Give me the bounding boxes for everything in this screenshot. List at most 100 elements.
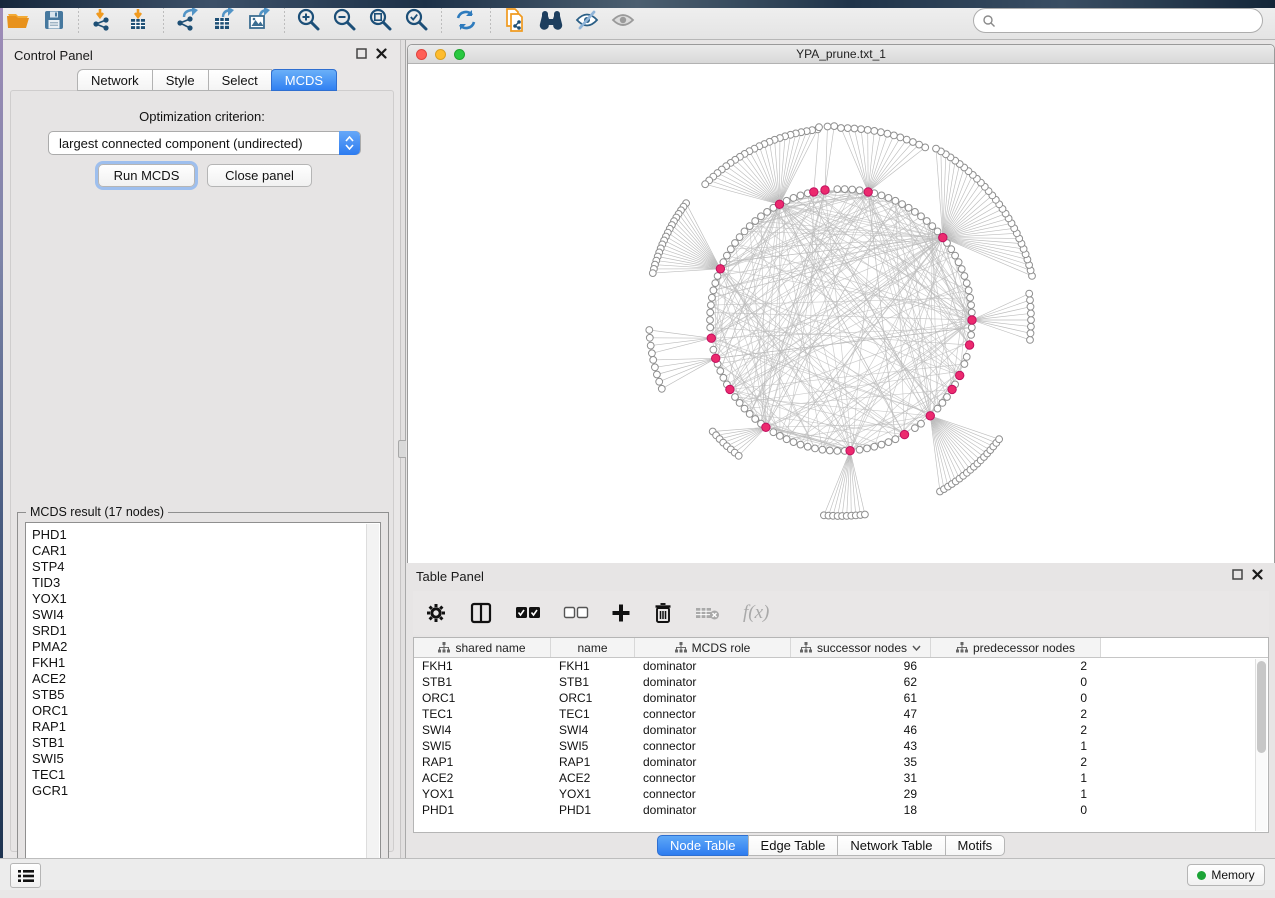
table-options-button[interactable] <box>425 602 447 624</box>
mcds-result-item[interactable]: STB1 <box>32 735 380 751</box>
satellite-node[interactable] <box>647 342 654 349</box>
satellite-node[interactable] <box>1028 323 1035 330</box>
satellite-node[interactable] <box>862 511 869 518</box>
column-header-name[interactable]: name <box>551 638 635 657</box>
maximize-window-icon[interactable] <box>454 49 465 60</box>
node-table[interactable]: shared name name MCDS role successor nod… <box>413 637 1269 833</box>
ring-node[interactable] <box>741 405 748 412</box>
satellite-node[interactable] <box>996 436 1003 443</box>
ring-node[interactable] <box>929 223 936 230</box>
tab-network-table[interactable]: Network Table <box>837 835 945 856</box>
ring-node[interactable] <box>727 246 734 253</box>
table-row[interactable]: PHD1PHD1dominator180 <box>414 802 1268 818</box>
satellite-node[interactable] <box>897 134 904 141</box>
hub-node[interactable] <box>900 430 908 438</box>
ring-node[interactable] <box>885 439 892 446</box>
satellite-node[interactable] <box>891 132 898 139</box>
ring-node[interactable] <box>797 192 804 199</box>
satellite-node[interactable] <box>1027 330 1034 337</box>
ring-node[interactable] <box>707 317 714 324</box>
zoom-in-button[interactable] <box>294 5 324 35</box>
tab-mcds[interactable]: MCDS <box>271 69 337 91</box>
table-row[interactable]: ACE2ACE2connector311 <box>414 770 1268 786</box>
ring-node[interactable] <box>708 302 715 309</box>
ring-node[interactable] <box>952 252 959 259</box>
ring-node[interactable] <box>834 186 841 193</box>
ring-node[interactable] <box>963 280 970 287</box>
mcds-result-item[interactable]: SRD1 <box>32 623 380 639</box>
ring-node[interactable] <box>899 201 906 208</box>
ring-node[interactable] <box>819 446 826 453</box>
ring-node[interactable] <box>856 446 863 453</box>
search-input[interactable] <box>1001 13 1262 28</box>
hub-node[interactable] <box>762 423 770 431</box>
tab-style[interactable]: Style <box>152 69 209 91</box>
ring-node[interactable] <box>746 411 753 418</box>
ring-node[interactable] <box>878 441 885 448</box>
add-column-button[interactable] <box>611 603 631 623</box>
tab-node-table[interactable]: Node Table <box>657 835 749 856</box>
column-header-shared-name[interactable]: shared name <box>414 638 551 657</box>
mcds-result-item[interactable]: RAP1 <box>32 719 380 735</box>
import-table-button[interactable] <box>124 5 154 35</box>
column-header-successor-nodes[interactable]: successor nodes <box>791 638 931 657</box>
delete-column-button[interactable] <box>653 602 673 624</box>
ring-node[interactable] <box>871 443 878 450</box>
mcds-result-item[interactable]: CAR1 <box>32 543 380 559</box>
ring-node[interactable] <box>717 368 724 375</box>
ring-node[interactable] <box>752 218 759 225</box>
table-row[interactable]: FKH1FKH1dominator962 <box>414 658 1268 674</box>
satellite-node[interactable] <box>824 123 831 130</box>
ring-node[interactable] <box>849 186 856 193</box>
ring-node[interactable] <box>934 228 941 235</box>
task-history-button[interactable] <box>10 863 41 888</box>
tab-edge-table[interactable]: Edge Table <box>748 835 839 856</box>
satellite-node[interactable] <box>858 126 865 133</box>
ring-node[interactable] <box>912 425 919 432</box>
ring-node[interactable] <box>758 213 765 220</box>
satellite-node[interactable] <box>1027 337 1034 344</box>
satellite-node[interactable] <box>851 125 858 132</box>
ring-node[interactable] <box>856 187 863 194</box>
satellite-node[interactable] <box>864 127 871 134</box>
satellite-node[interactable] <box>838 125 845 132</box>
ring-node[interactable] <box>764 209 771 216</box>
ring-node[interactable] <box>746 223 753 230</box>
zoom-selected-button[interactable] <box>402 5 432 35</box>
network-canvas[interactable] <box>408 64 1274 563</box>
minimize-window-icon[interactable] <box>435 49 446 60</box>
ring-node[interactable] <box>752 416 759 423</box>
mcds-result-item[interactable]: STB5 <box>32 687 380 703</box>
ring-node[interactable] <box>944 394 951 401</box>
ring-node[interactable] <box>923 218 930 225</box>
hub-node[interactable] <box>726 385 734 393</box>
ring-node[interactable] <box>732 240 739 247</box>
export-network-button[interactable] <box>173 5 203 35</box>
column-selector-button[interactable] <box>469 601 493 625</box>
ring-node[interactable] <box>826 447 833 454</box>
satellite-node[interactable] <box>1028 317 1035 324</box>
satellite-node[interactable] <box>735 452 742 459</box>
ring-node[interactable] <box>958 266 965 273</box>
network-window-titlebar[interactable]: YPA_prune.txt_1 <box>408 45 1274 64</box>
mcds-result-item[interactable]: FKH1 <box>32 655 380 671</box>
ring-node[interactable] <box>963 354 970 361</box>
ring-node[interactable] <box>864 445 871 452</box>
satellite-node[interactable] <box>831 123 838 130</box>
hub-node[interactable] <box>716 265 724 273</box>
float-panel-icon[interactable] <box>1232 569 1243 580</box>
satellite-node[interactable] <box>1026 290 1033 297</box>
satellite-node[interactable] <box>816 124 823 131</box>
satellite-node[interactable] <box>1027 303 1034 310</box>
ring-node[interactable] <box>783 197 790 204</box>
mcds-result-item[interactable]: STP4 <box>32 559 380 575</box>
save-session-button[interactable] <box>39 5 69 35</box>
close-panel-button[interactable]: Close panel <box>207 164 312 187</box>
select-all-button[interactable] <box>515 606 541 620</box>
ring-node[interactable] <box>965 287 972 294</box>
ring-node[interactable] <box>878 192 885 199</box>
refresh-button[interactable] <box>451 5 481 35</box>
function-builder-button[interactable]: f(x) <box>743 602 769 624</box>
hub-node[interactable] <box>810 188 818 196</box>
mcds-result-item[interactable]: TEC1 <box>32 767 380 783</box>
